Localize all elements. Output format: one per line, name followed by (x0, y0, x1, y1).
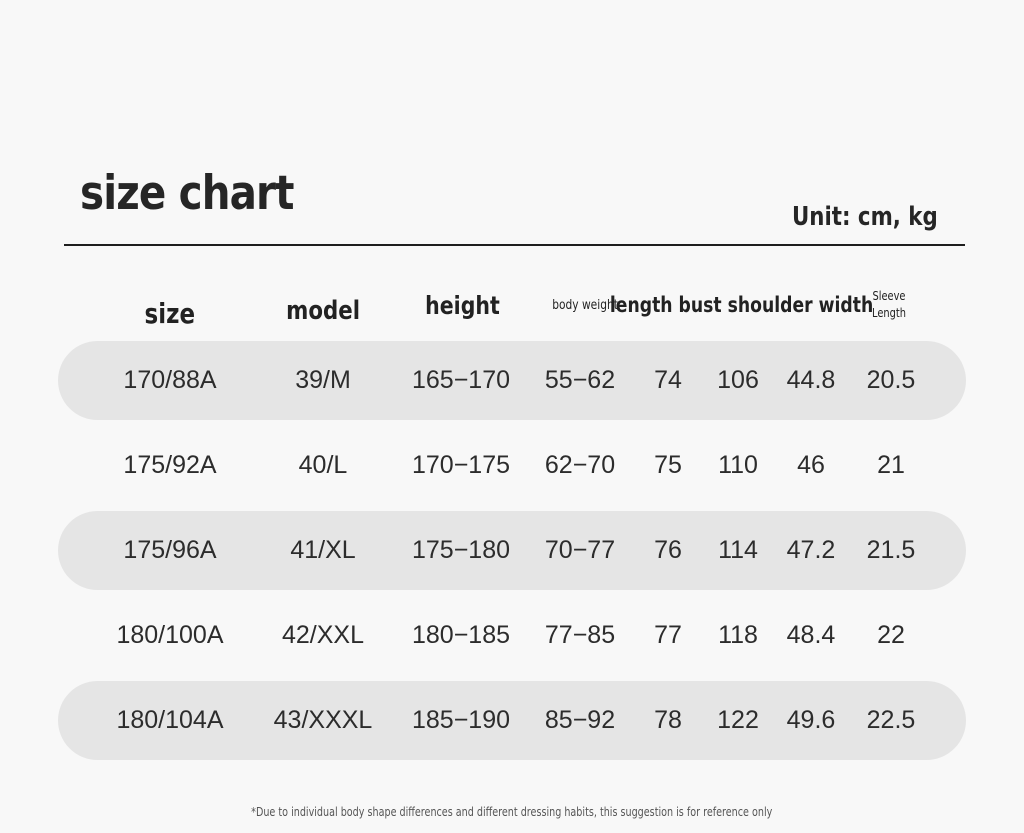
header-sleeve-length: Sleeve Length (872, 289, 906, 320)
cell-weight: 70−77 (544, 536, 616, 564)
header-height: height (424, 290, 500, 320)
cell-length: 76 (654, 536, 682, 564)
cell-shoulder: 44.8 (786, 366, 836, 394)
cell-length: 77 (654, 621, 682, 649)
table-header: size model height body weight length bus… (0, 270, 1024, 340)
cell-model: 39/M (295, 366, 351, 394)
cell-height: 170−175 (411, 451, 511, 479)
cell-bust: 106 (717, 366, 759, 394)
cell-sleeve: 20.5 (866, 366, 916, 394)
cell-model: 43/XXXL (273, 706, 373, 734)
cell-size: 175/96A (123, 536, 217, 564)
cell-shoulder: 46 (797, 451, 825, 479)
cell-model: 42/XXL (281, 621, 364, 649)
cell-bust: 118 (718, 621, 758, 649)
cell-height: 180−185 (411, 621, 511, 649)
page-title: size chart (80, 166, 294, 221)
cell-height: 165−170 (411, 366, 511, 394)
cell-height: 185−190 (411, 706, 511, 734)
cell-sleeve: 21 (877, 451, 905, 479)
table-row: 175/96A 41/XL 175−180 70−77 76 114 47.2 … (58, 511, 966, 590)
cell-shoulder: 47.2 (786, 536, 836, 564)
cell-sleeve: 22.5 (866, 706, 916, 734)
cell-bust: 110 (718, 451, 758, 479)
cell-height: 175−180 (411, 536, 511, 564)
cell-model: 40/L (298, 451, 348, 479)
unit-label: Unit: cm, kg (792, 202, 938, 232)
cell-sleeve: 21.5 (866, 536, 916, 564)
header-length-bust-shoulder-width: length bust shoulder width (610, 293, 874, 317)
cell-model: 41/XL (290, 536, 356, 564)
table-row: 175/92A 40/L 170−175 62−70 75 110 46 21 (58, 426, 966, 505)
cell-bust: 114 (718, 536, 758, 564)
cell-size: 180/100A (116, 621, 224, 649)
cell-weight: 55−62 (544, 366, 616, 394)
cell-length: 75 (654, 451, 682, 479)
cell-weight: 77−85 (544, 621, 616, 649)
table-row: 180/100A 42/XXL 180−185 77−85 77 118 48.… (58, 596, 966, 675)
table-row: 170/88A 39/M 165−170 55−62 74 106 44.8 2… (58, 341, 966, 420)
cell-length: 78 (654, 706, 682, 734)
header-model: model (286, 296, 360, 326)
cell-size: 180/104A (116, 706, 224, 734)
disclaimer-note: *Due to individual body shape difference… (251, 805, 773, 819)
cell-bust: 122 (717, 706, 759, 734)
cell-shoulder: 49.6 (786, 706, 836, 734)
cell-shoulder: 48.4 (786, 621, 836, 649)
cell-sleeve: 22 (877, 621, 905, 649)
cell-weight: 85−92 (544, 706, 616, 734)
header-size: size (144, 296, 196, 330)
cell-length: 74 (654, 366, 682, 394)
cell-size: 175/92A (123, 451, 217, 479)
cell-size: 170/88A (123, 366, 217, 394)
cell-weight: 62−70 (544, 451, 616, 479)
title-divider (64, 244, 965, 246)
table-row: 180/104A 43/XXXL 185−190 85−92 78 122 49… (58, 681, 966, 760)
